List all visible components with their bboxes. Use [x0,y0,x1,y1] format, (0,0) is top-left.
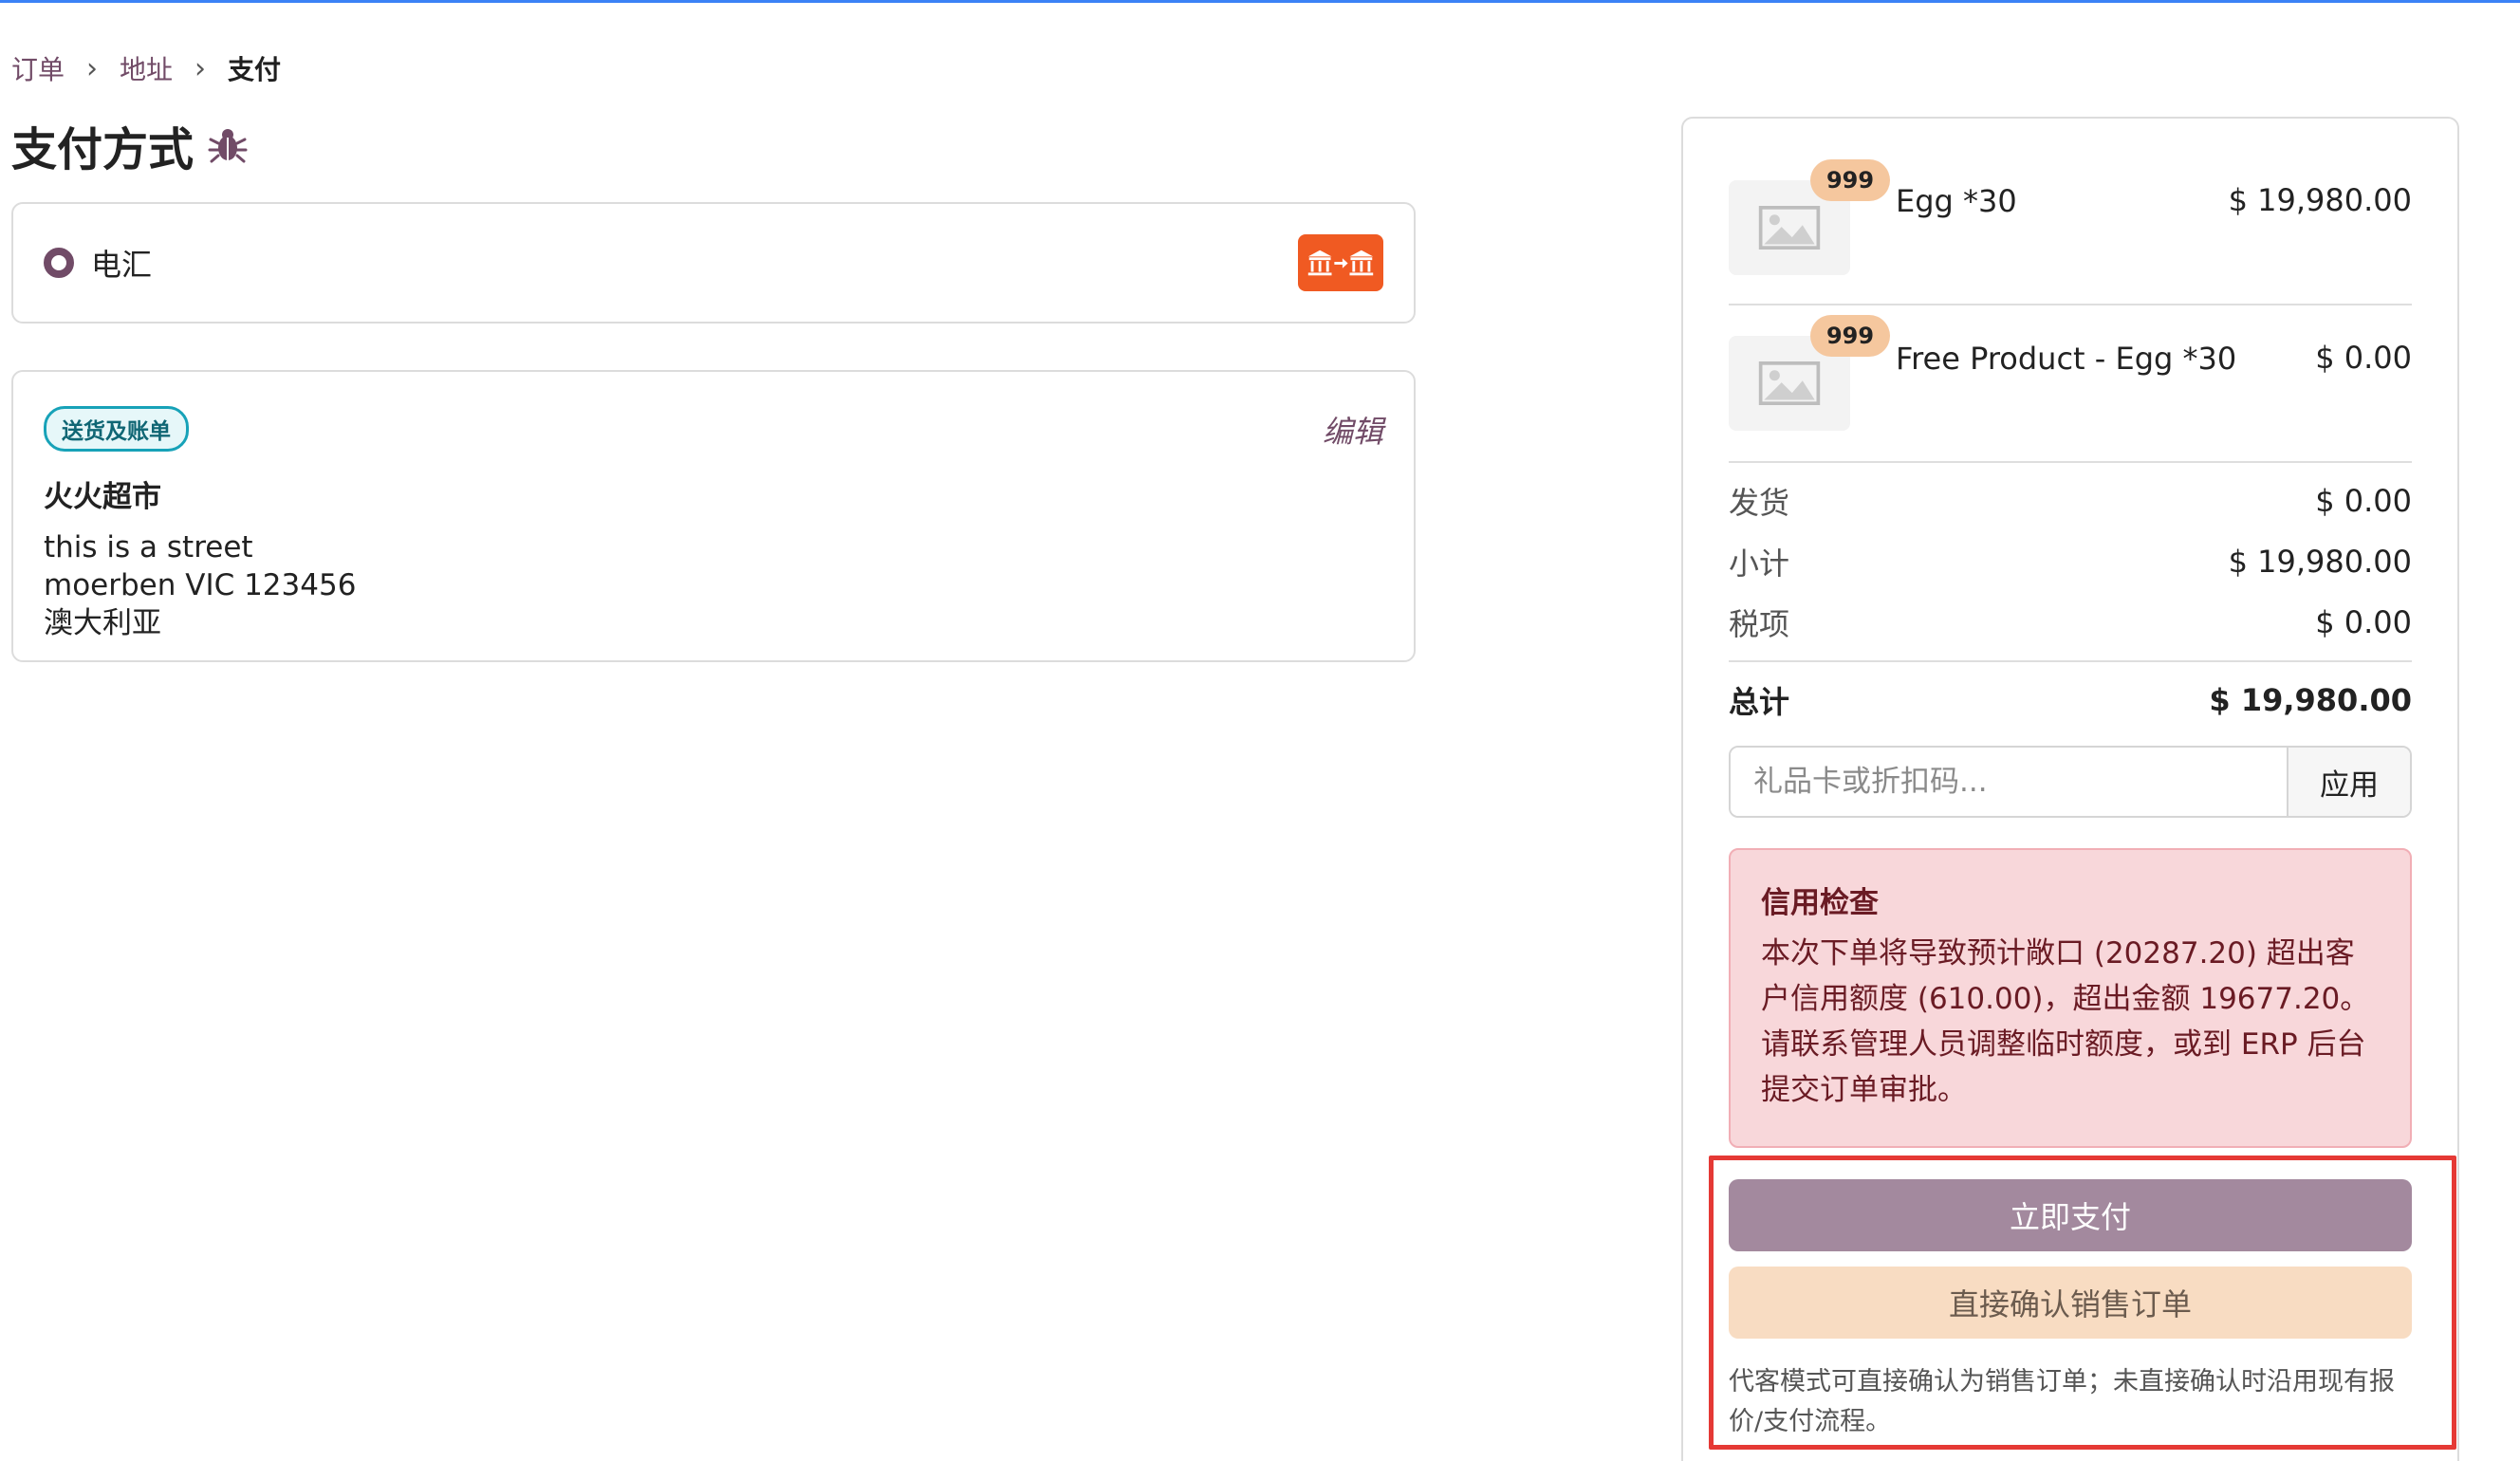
chevron-right-icon: › [195,51,207,85]
subtotal-label: 小计 [1729,546,1790,582]
confirm-sale-order-button[interactable]: 直接确认销售订单 [1729,1267,2412,1339]
address-lines: this is a street moerben VIC 123456 澳大利亚 [44,528,1383,642]
bank-transfer-icon [1298,234,1383,291]
divider [1729,660,2412,662]
product-price: $ 0.00 [2315,340,2412,376]
address-name: 火火超市 [44,480,161,514]
proxy-mode-note: 代客模式可直接确认为销售订单；未直接确认时沿用现有报价/支付流程。 [1729,1367,2395,1436]
address-card: 送货及账单 编辑 火火超市 this is a street moerben V… [11,370,1416,662]
quantity-badge: 999 [1810,315,1890,357]
page-title-row: 支付方式 [11,112,249,178]
product-name: Egg *30 [1896,183,2017,219]
breadcrumb-payment: 支付 [228,54,282,85]
address-country: 澳大利亚 [44,606,161,640]
breadcrumb-order[interactable]: 订单 [11,49,65,87]
promo-code-input[interactable] [1731,748,2287,816]
alert-title: 信用检查 [1761,886,1879,920]
total-label: 总计 [1729,684,1790,720]
divider [1729,304,2412,305]
subtotal-value: $ 19,980.00 [2228,544,2412,580]
subtotal-row: 小计 $ 19,980.00 [1729,539,2412,584]
top-accent-line [0,0,2520,3]
payment-method-label: 电汇 [91,247,153,283]
divider [1729,461,2412,463]
product-name: Free Product - Egg *30 [1896,341,2237,377]
alert-body: 本次下单将导致预计敞口 (20287.20) 超出客户信用额度 (610.00)… [1761,936,2370,1107]
tax-row: 税项 $ 0.00 [1729,600,2412,645]
address-type-badge: 送货及账单 [44,406,189,452]
payment-method-radio[interactable] [44,248,74,278]
shipping-label: 发货 [1729,485,1790,521]
tax-label: 税项 [1729,606,1790,642]
shipping-row: 发货 $ 0.00 [1729,478,2412,524]
tax-value: $ 0.00 [2315,604,2412,640]
cart-line: 999 Free Product - Egg *30 $ 0.00 [1729,311,2412,463]
breadcrumb-address[interactable]: 地址 [120,49,173,87]
bug-icon[interactable] [207,124,249,166]
address-city: moerben VIC 123456 [44,568,357,602]
promo-code-group: 应用 [1729,746,2412,818]
pay-now-button[interactable]: 立即支付 [1729,1179,2412,1251]
edit-address-link[interactable]: 编辑 [1323,408,1383,452]
breadcrumb: 订单 › 地址 › 支付 [11,49,281,87]
payment-method-option[interactable]: 电汇 [11,202,1416,324]
chevron-right-icon: › [86,51,99,85]
credit-check-alert: 信用检查 本次下单将导致预计敞口 (20287.20) 超出客户信用额度 (61… [1729,848,2412,1148]
quantity-badge: 999 [1810,159,1890,201]
product-price: $ 19,980.00 [2228,182,2412,218]
address-street: this is a street [44,530,253,564]
total-row: 总计 $ 19,980.00 [1729,677,2412,723]
apply-promo-button[interactable]: 应用 [2287,748,2410,816]
total-value: $ 19,980.00 [2209,682,2412,718]
shipping-value: $ 0.00 [2315,483,2412,519]
cart-line: 999 Egg *30 $ 19,980.00 [1729,152,2412,304]
page-title: 支付方式 [11,123,195,176]
